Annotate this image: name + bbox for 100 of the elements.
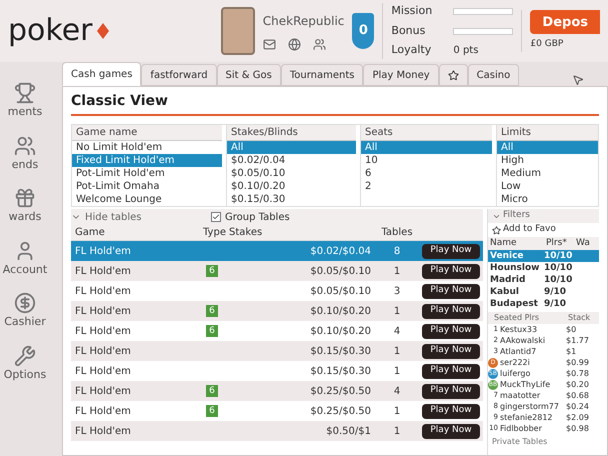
game-name: FL Hold'em [74, 344, 132, 358]
player-stack: $0.24 [565, 401, 590, 412]
tab[interactable]: Cash games [62, 62, 142, 86]
play-now-button[interactable]: Play Now [422, 344, 480, 358]
filter-item[interactable]: All [227, 141, 356, 154]
play-now-button[interactable]: Play Now [422, 424, 480, 438]
table-row[interactable]: FL Hold'em $0.02/$0.04 8 Play Now [71, 241, 483, 261]
filter-item[interactable]: $0.02/0.04 [227, 154, 356, 167]
filter-item[interactable]: Micro [497, 193, 598, 206]
table-row[interactable]: FL Hold'em $0.15/$0.30 1 Play Now [71, 341, 483, 361]
column-header[interactable]: Wa [574, 237, 592, 250]
bonus-bar [453, 28, 514, 34]
mail-icon[interactable] [262, 38, 276, 50]
sidebar-item[interactable]: Account [2, 262, 48, 278]
column-header[interactable]: Plrs* [544, 237, 574, 250]
column-header[interactable]: Limits [497, 125, 598, 141]
filter-item[interactable]: Medium [497, 167, 598, 180]
filter-item[interactable]: High [497, 154, 598, 167]
add-favourite-link[interactable]: Add to Favo [503, 223, 556, 237]
column-header[interactable]: Game [71, 225, 199, 240]
sidebar-item[interactable]: Cashier [4, 314, 46, 330]
sidebar-item[interactable]: Options [4, 366, 46, 383]
logo: poker [8, 16, 92, 46]
tab[interactable]: Tournaments [280, 64, 364, 86]
group-tables-checkbox[interactable] [211, 212, 221, 222]
filter-item[interactable]: All [361, 141, 492, 154]
stakes: $0.50/$1 [325, 424, 372, 438]
trophy-icon[interactable] [14, 82, 36, 104]
filter-item[interactable]: 10 [361, 154, 492, 167]
table-count: 1 [392, 304, 402, 318]
player-stack: $2.09 [565, 412, 590, 423]
play-now-button[interactable]: Play Now [422, 384, 480, 398]
column-header[interactable]: Seated Plrs [488, 312, 562, 324]
table-row[interactable]: FL Hold'em $0.50/$1 1 Play Now [71, 421, 483, 441]
tab[interactable]: fastforward [141, 64, 217, 86]
column-header[interactable]: Stack [562, 312, 600, 324]
globe-icon[interactable] [288, 38, 301, 50]
filter-item[interactable]: 2 [361, 180, 492, 193]
page-title: Classic View [71, 87, 599, 116]
filter-item[interactable]: All [497, 141, 598, 154]
people-icon[interactable] [14, 134, 36, 156]
play-now-button[interactable]: Play Now [422, 304, 480, 318]
filter-item[interactable]: $0.15/0.30 [227, 193, 356, 206]
sidebar-item[interactable]: ments [8, 104, 42, 120]
room-row[interactable]: Madrid 10/10 [488, 274, 599, 286]
gift-icon[interactable] [14, 187, 36, 209]
tab[interactable]: Casino [468, 64, 520, 86]
play-now-button[interactable]: Play Now [422, 324, 480, 338]
table-row[interactable]: FL Hold'em 6 $0.05/$0.10 1 Play Now [71, 261, 483, 281]
deposit-button[interactable]: Depos [530, 10, 600, 34]
stakes: $0.25/$0.50 [309, 384, 372, 398]
play-now-button[interactable]: Play Now [422, 284, 480, 298]
game-name: FL Hold'em [74, 404, 132, 418]
sidebar-item[interactable]: ends [12, 156, 38, 173]
tab[interactable]: Sit & Gos [216, 64, 281, 86]
game-name: FL Hold'em [74, 324, 132, 338]
filter-item[interactable]: $0.10/0.20 [227, 180, 356, 193]
room-row[interactable]: Kabul 9/10 [488, 286, 599, 298]
filter-item[interactable]: Welcome Lounge [72, 193, 222, 206]
room-row[interactable]: Venice 10/10 [488, 250, 599, 262]
filter-item[interactable]: Low [497, 180, 598, 193]
column-header[interactable]: Tables [375, 225, 419, 240]
player-stack: $0.98 [565, 423, 590, 434]
dollar-icon[interactable] [14, 292, 36, 314]
play-now-button[interactable]: Play Now [422, 364, 480, 378]
game-name: FL Hold'em [74, 364, 132, 378]
room-row[interactable]: Budapest 9/10 [488, 298, 599, 310]
column-header[interactable]: Stakes [225, 225, 375, 240]
room-row[interactable]: Hounslow 10/10 [488, 262, 599, 274]
tab[interactable]: Play Money [363, 64, 439, 86]
star-icon [492, 226, 501, 234]
hide-tables-button[interactable]: Hide tables [85, 210, 142, 224]
stakes: $0.15/$0.30 [309, 344, 372, 358]
filter-item[interactable]: Fixed Limit Hold'em [72, 154, 222, 167]
column-header[interactable]: Stakes/Blinds [227, 125, 356, 141]
seats-badge: 6 [206, 385, 218, 397]
filter-item[interactable]: $0.05/0.10 [227, 167, 356, 180]
private-tables-link[interactable]: Private Tables [488, 436, 599, 448]
wrench-icon[interactable] [14, 344, 36, 366]
favourites-tab[interactable] [438, 64, 468, 86]
filter-item[interactable]: 6 [361, 167, 492, 180]
mission-bar [453, 8, 514, 15]
star-icon [448, 70, 459, 80]
column-header[interactable]: Seats [361, 125, 492, 141]
sidebar-item[interactable]: wards [8, 209, 42, 226]
player-stack: $0.68 [565, 390, 590, 401]
play-now-button[interactable]: Play Now [422, 244, 480, 258]
game-name: FL Hold'em [74, 284, 132, 298]
column-header[interactable]: Name [488, 237, 544, 250]
filter-item[interactable]: No Limit Hold'em [72, 141, 222, 154]
game-name: FL Hold'em [74, 424, 132, 438]
play-now-button[interactable]: Play Now [422, 404, 480, 418]
table-row[interactable]: FL Hold'em 6 $0.10/$0.20 1 Play Now [71, 301, 483, 321]
table-row[interactable]: FL Hold'em 6 $0.25/$0.50 4 Play Now [71, 381, 483, 401]
people-icon[interactable] [312, 38, 326, 50]
filter-item[interactable]: Pot-Limit Hold'em [72, 167, 222, 180]
play-now-button[interactable]: Play Now [422, 264, 480, 278]
column-header[interactable]: Type [199, 225, 225, 240]
column-header[interactable]: Game name [72, 125, 222, 141]
filter-item[interactable]: Pot-Limit Omaha [72, 180, 222, 193]
